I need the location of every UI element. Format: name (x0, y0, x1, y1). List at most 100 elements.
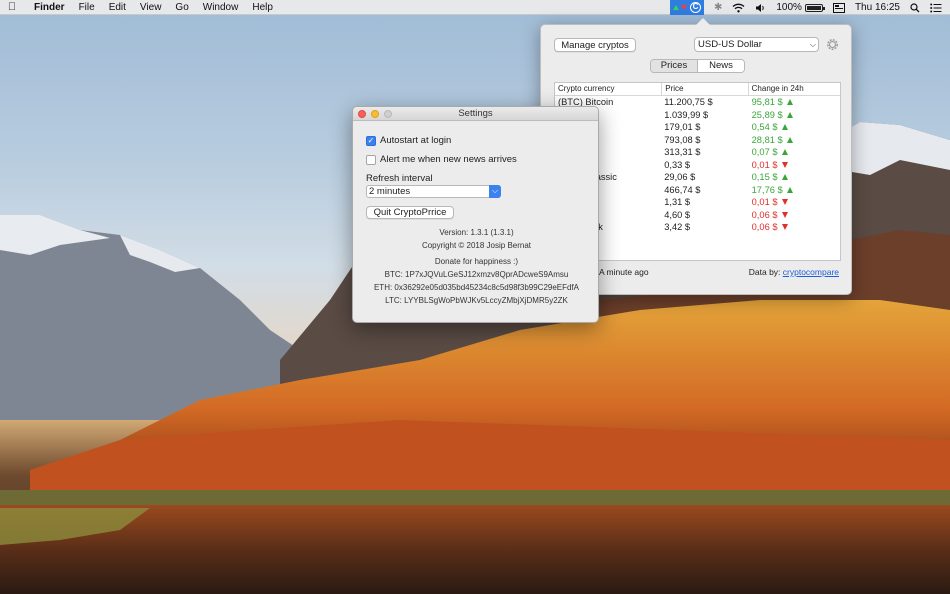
version-text: Version: 1.3.1 (1.3.1) (439, 228, 514, 237)
cryptoprice-status-icon[interactable]: C (669, 0, 704, 15)
tab-news[interactable]: News (697, 60, 744, 72)
crypto-change-cell: 0,01 $ (748, 159, 840, 172)
arrow-down-icon (781, 161, 788, 168)
settings-titlebar[interactable]: Settings (353, 107, 598, 121)
settings-window: Settings ✓ Autostart at login Alert me w… (352, 106, 599, 323)
eth-address: ETH: 0x36292e05d035bd45234c8c5d98f3b99C2… (373, 283, 580, 292)
crypto-change-cell: 0,06 $ (748, 221, 840, 234)
window-title: Settings (458, 108, 493, 119)
crypto-price-cell: 466,74 $ (664, 184, 701, 195)
data-by-label: Data by: (748, 267, 781, 277)
data-source-credit: Data by: cryptocompare (749, 267, 839, 277)
bluetooth-icon[interactable]: ✱ (714, 0, 722, 15)
cryptoprice-logo-icon: C (689, 2, 701, 13)
change-value: 0,01 $ (751, 197, 778, 207)
refresh-interval-select[interactable]: 2 minutes ⌵ (366, 185, 501, 198)
price-up-icon (672, 5, 679, 10)
donate-text: Donate for happiness :) (434, 257, 519, 266)
tab-prices[interactable]: Prices (651, 60, 697, 72)
arrow-down-icon (781, 211, 788, 218)
chevron-down-icon: ⌵ (809, 40, 816, 49)
btc-address: BTC: 1P7xJQVuLGeSJ12xmzv8QprADcweS9Amsu (384, 270, 569, 279)
change-value: 25,89 $ (751, 109, 783, 120)
apple-menu-icon[interactable]:  (0, 1, 24, 13)
crypto-price-cell: 4,60 $ (664, 209, 691, 220)
menu-bar:  Finder File Edit View Go Window Help C… (0, 0, 950, 15)
popover-arrow (696, 18, 710, 25)
table-header: Crypto currency Price Change in 24h (555, 83, 840, 96)
battery-indicator[interactable]: 100% (776, 0, 825, 15)
battery-percent: 100% (776, 2, 802, 13)
change-value: 0,06 $ (751, 209, 778, 220)
crypto-change-cell: 0,07 $ (748, 146, 840, 159)
change-value: 95,81 $ (751, 97, 783, 107)
crypto-price-cell: 1.039,99 $ (664, 109, 709, 120)
currency-value: USD-US Dollar (698, 39, 762, 50)
spotlight-search-icon[interactable] (910, 2, 920, 13)
arrow-up-icon (786, 186, 793, 193)
minimize-window-button[interactable] (371, 110, 379, 118)
crypto-change-cell: 0,15 $ (748, 171, 840, 184)
autostart-label: Autostart at login (380, 135, 452, 146)
cryptocompare-link[interactable]: cryptocompare (783, 267, 839, 277)
arrow-up-icon (786, 111, 793, 118)
arrow-up-icon (781, 124, 788, 130)
arrow-up-icon (781, 174, 788, 180)
menu-file[interactable]: File (72, 0, 102, 15)
crypto-change-cell: 25,89 $ (748, 109, 840, 122)
arrow-up-icon (786, 99, 793, 105)
crypto-change-cell: 17,76 $ (748, 184, 840, 197)
crypto-price-cell: 793,08 $ (664, 134, 701, 145)
price-down-icon (680, 5, 687, 10)
arrow-down-icon (781, 199, 788, 205)
ltc-address: LTC: LYYBLSgWoPbWJKv5LccyZMbjXjDMR5y2ZK (385, 296, 568, 305)
crypto-price-cell: 1,31 $ (664, 197, 691, 207)
volume-icon[interactable] (755, 3, 766, 13)
news-alert-option[interactable]: Alert me when new news arrives (366, 154, 517, 165)
change-value: 0,07 $ (751, 147, 778, 157)
crypto-price-cell: 313,31 $ (664, 147, 701, 157)
crypto-price-cell: 11.200,75 $ (664, 97, 713, 107)
crypto-change-cell: 28,81 $ (748, 134, 840, 147)
gear-icon[interactable] (825, 37, 840, 52)
refresh-interval-value: 2 minutes (369, 186, 411, 197)
notification-center-icon[interactable] (930, 3, 942, 13)
news-alert-checkbox[interactable] (366, 154, 376, 165)
menu-help[interactable]: Help (245, 0, 280, 15)
quit-button[interactable]: Quit CryptoPrrice (366, 206, 454, 219)
news-alert-label: Alert me when new news arrives (380, 154, 517, 165)
change-value: 0,01 $ (751, 159, 778, 170)
change-value: 0,15 $ (751, 172, 778, 182)
view-tabs: Prices News (650, 59, 745, 73)
display-icon[interactable] (832, 2, 845, 13)
column-header-currency[interactable]: Crypto currency (555, 83, 661, 95)
crypto-price-cell: 0,33 $ (664, 159, 691, 170)
menu-clock[interactable]: Thu 16:25 (855, 0, 900, 15)
crypto-change-cell: 0,01 $ (748, 196, 840, 209)
crypto-price-cell: 3,42 $ (664, 222, 691, 232)
chevron-down-icon: ⌵ (489, 185, 501, 198)
manage-cryptos-button[interactable]: Manage cryptos (554, 38, 636, 52)
currency-select[interactable]: USD-US Dollar ⌵ (694, 37, 819, 52)
close-window-button[interactable] (358, 110, 366, 118)
menu-app-name[interactable]: Finder (24, 0, 72, 15)
menu-go[interactable]: Go (168, 0, 195, 15)
copyright-text: Copyright © 2018 Josip Bernat (421, 241, 532, 250)
change-value: 0,06 $ (751, 222, 778, 232)
column-header-price[interactable]: Price (661, 83, 747, 95)
crypto-change-cell: 95,81 $ (748, 96, 840, 109)
crypto-price-cell: 29,06 $ (664, 172, 696, 182)
menu-edit[interactable]: Edit (102, 0, 133, 15)
menu-window[interactable]: Window (196, 0, 246, 15)
crypto-change-cell: 0,54 $ (748, 121, 840, 134)
menu-view[interactable]: View (133, 0, 169, 15)
zoom-window-button (384, 110, 392, 118)
last-updated-text: A minute ago (599, 267, 649, 277)
change-value: 0,54 $ (751, 122, 778, 132)
column-header-change[interactable]: Change in 24h (747, 83, 840, 95)
autostart-option[interactable]: ✓ Autostart at login (366, 135, 451, 146)
change-value: 17,76 $ (751, 184, 783, 195)
autostart-checkbox[interactable]: ✓ (366, 135, 376, 146)
wifi-icon[interactable] (732, 3, 745, 13)
arrow-up-icon (781, 149, 788, 155)
